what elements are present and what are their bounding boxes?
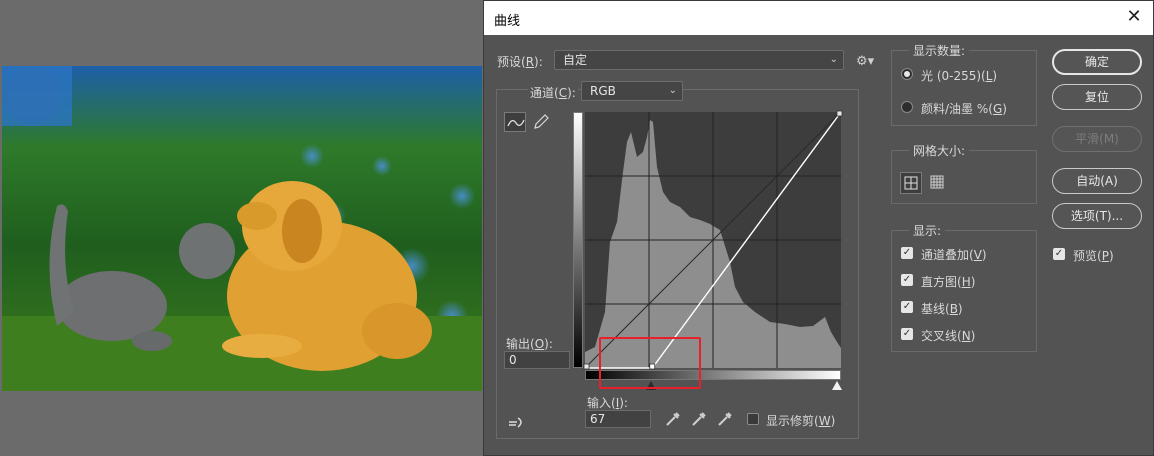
display-amount-title: 显示数量: — [909, 42, 970, 59]
channel-value: RGB — [590, 84, 616, 98]
input-field[interactable]: 67 — [585, 410, 651, 428]
on-image-adjust-icon[interactable] — [506, 413, 528, 431]
show-title: 显示: — [909, 222, 946, 239]
input-gradient-bar — [585, 370, 841, 380]
preview-label: 预览(P) — [1073, 249, 1114, 263]
light-radio[interactable] — [901, 68, 913, 80]
histogram-checkbox[interactable]: ✓ — [901, 274, 913, 286]
dialog-title: 曲线 — [494, 14, 521, 29]
show-clipping-checkbox[interactable] — [747, 413, 759, 425]
curve-graph[interactable] — [583, 110, 843, 370]
channel-overlay-label: 通道叠加(V) — [921, 248, 987, 262]
chevron-down-icon: ⌄ — [668, 85, 677, 96]
pencil-tool[interactable] — [530, 112, 552, 132]
preview-checkbox[interactable]: ✓ — [1053, 248, 1065, 260]
dialog-titlebar: 曲线 ✕ — [484, 1, 1153, 35]
grid-size-title: 网格大小: — [909, 142, 970, 159]
close-icon[interactable]: ✕ — [1123, 6, 1145, 28]
curve-control-point[interactable] — [649, 363, 656, 370]
output-gradient-bar — [573, 112, 583, 368]
ok-button[interactable]: 确定 — [1052, 49, 1142, 75]
intersection-line-label: 交叉线(N) — [921, 329, 976, 343]
channel-select[interactable]: RGB ⌄ — [581, 81, 683, 101]
channel-overlay-checkbox[interactable]: ✓ — [901, 247, 913, 259]
black-point-slider[interactable] — [646, 381, 656, 390]
gear-icon[interactable]: ⚙▾ — [856, 54, 874, 69]
curves-dialog: 曲线 ✕ 预设(R): 自定 ⌄ ⚙▾ 通道(C): RGB ⌄ 输出(O): … — [483, 0, 1154, 456]
baseline-label: 基线(B) — [921, 302, 963, 316]
preset-label: 预设(R): — [497, 55, 543, 69]
chevron-down-icon: ⌄ — [829, 54, 838, 65]
smooth-button[interactable]: 平滑(M) — [1052, 126, 1142, 152]
curve-control-point[interactable] — [583, 363, 590, 370]
black-eyedropper-icon[interactable] — [664, 410, 682, 428]
gray-eyedropper-icon[interactable] — [690, 410, 708, 428]
input-label: 输入(I): — [587, 396, 628, 410]
show-clipping-label: 显示修剪(W) — [766, 414, 836, 428]
pencil-icon — [534, 114, 549, 129]
document-photo — [2, 66, 482, 391]
preset-select[interactable]: 自定 ⌄ — [554, 50, 844, 70]
white-point-slider[interactable] — [832, 381, 842, 390]
preset-value: 自定 — [563, 53, 588, 67]
curve-point-tool[interactable] — [504, 112, 526, 132]
curve-tool-icon — [507, 119, 525, 127]
options-button[interactable]: 选项(T)... — [1052, 203, 1142, 229]
curve-control-point[interactable] — [836, 110, 843, 117]
pigment-radio[interactable] — [901, 101, 913, 113]
detailed-grid-button[interactable] — [927, 172, 949, 194]
simple-grid-button[interactable] — [900, 172, 922, 194]
white-eyedropper-icon[interactable] — [716, 410, 734, 428]
output-field[interactable]: 0 — [504, 351, 570, 369]
intersection-line-checkbox[interactable]: ✓ — [901, 328, 913, 340]
reset-button[interactable]: 复位 — [1052, 84, 1142, 110]
detailed-grid-icon — [930, 175, 944, 189]
histogram-label: 直方图(H) — [921, 275, 976, 289]
channel-label: 通道(C): — [528, 84, 578, 101]
pigment-radio-label: 颜料/油墨 %(G) — [921, 102, 1007, 116]
baseline-checkbox[interactable]: ✓ — [901, 301, 913, 313]
output-label: 输出(O): — [506, 337, 553, 351]
simple-grid-icon — [904, 176, 918, 190]
light-radio-label: 光 (0-255)(L) — [921, 69, 998, 83]
auto-button[interactable]: 自动(A) — [1052, 168, 1142, 194]
